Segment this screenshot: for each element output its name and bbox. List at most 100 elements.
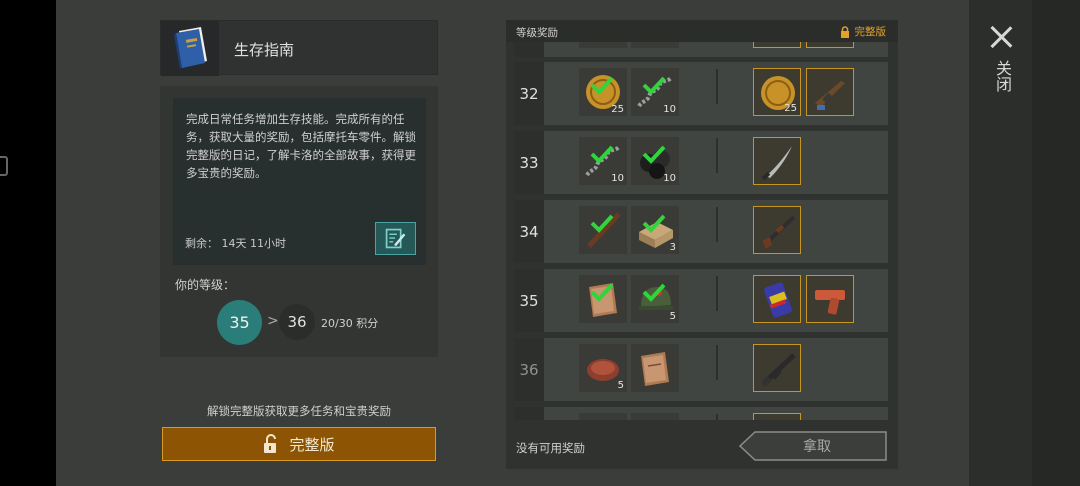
reward-slot[interactable]: 10: [579, 137, 627, 185]
guide-info-panel: 完成日常任务增加生存技能。完成所有的任务，获取大量的奖励，包括摩托车零件。解锁完…: [160, 86, 438, 357]
note-edit-icon: [385, 228, 406, 249]
lock-icon: [840, 25, 849, 38]
row-divider: [716, 276, 718, 311]
diary-button[interactable]: [375, 222, 416, 255]
edge-handle: [0, 156, 8, 176]
close-button[interactable]: 关闭: [986, 22, 1016, 102]
rifle-icon: [815, 81, 845, 110]
reward-row[interactable]: 32 25 10 25: [514, 62, 888, 125]
rewards-list[interactable]: 32 25 10 25 33 10 10 34 3 35 5 36 5: [506, 42, 898, 420]
row-level: [514, 407, 544, 420]
claim-button[interactable]: 拿取: [739, 431, 887, 461]
claimed-check-icon: [642, 283, 666, 302]
reward-row[interactable]: 34 3: [514, 200, 888, 263]
claimed-check-icon: [590, 145, 614, 164]
row-level: [514, 42, 544, 57]
full-version-button[interactable]: 完整版: [162, 427, 436, 461]
left-bezel: [0, 0, 56, 486]
shotgun-icon: [762, 215, 796, 249]
row-divider: [716, 345, 718, 380]
full-version-tag-label: 完整版: [854, 26, 887, 38]
reward-row[interactable]: 35 5: [514, 269, 888, 332]
unlock-hint: 解锁完整版获取更多任务和宝贵奖励: [207, 404, 391, 418]
level-arrow-icon: >: [267, 313, 279, 329]
premium-reward-slot[interactable]: [753, 137, 801, 185]
reward-quantity: 25: [784, 103, 797, 114]
close-icon: [989, 25, 1013, 49]
description-box: 完成日常任务增加生存技能。完成所有的任务，获取大量的奖励，包括摩托车零件。解锁完…: [173, 98, 426, 265]
premium-reward-slot: [806, 42, 854, 48]
reward-slot[interactable]: 3: [631, 206, 679, 254]
claim-label: 拿取: [803, 439, 831, 455]
premium-reward-slot: [753, 413, 801, 420]
premium-reward-slot[interactable]: [806, 68, 854, 116]
rewards-header: 等级奖励 完整版: [506, 20, 898, 42]
reward-slot[interactable]: 5: [579, 344, 627, 392]
row-divider: [716, 207, 718, 242]
reward-quantity: 10: [663, 104, 676, 115]
sword-icon: [761, 146, 792, 181]
premium-reward-slot[interactable]: [806, 275, 854, 323]
claimed-check-icon: [590, 76, 614, 95]
reward-quantity: 5: [669, 311, 676, 322]
premium-reward-slot[interactable]: [753, 206, 801, 254]
row-level: 34: [514, 200, 544, 263]
row-divider: [716, 69, 718, 104]
reward-quantity: 10: [663, 173, 676, 184]
reward-slot[interactable]: [631, 344, 679, 392]
guide-title-card: 生存指南: [160, 20, 438, 76]
reward-row-partial: [514, 407, 888, 420]
rewards-footer: 没有可用奖励 拿取: [506, 420, 898, 469]
right-bezel: [1032, 0, 1080, 486]
flaregun-icon: [815, 290, 845, 315]
reward-quantity: 10: [611, 173, 624, 184]
reward-slot[interactable]: [579, 275, 627, 323]
reward-row[interactable]: 36 5: [514, 338, 888, 401]
guide-book-icon: [174, 27, 207, 69]
full-version-tag: 完整版: [840, 24, 887, 39]
reward-slot[interactable]: 5: [631, 275, 679, 323]
assault-rifle-icon: [761, 353, 796, 387]
claimed-check-icon: [642, 76, 666, 95]
full-version-label: 完整版: [289, 435, 335, 454]
row-level: 33: [514, 131, 544, 194]
claimed-check-icon: [642, 214, 666, 233]
no-reward-text: 没有可用奖励: [516, 441, 585, 455]
close-label: 关闭: [993, 60, 1012, 92]
reward-quantity: 5: [617, 380, 624, 391]
reward-slot: [579, 413, 627, 420]
reward-quantity: 3: [669, 242, 676, 253]
can-icon: [763, 282, 793, 318]
reward-row[interactable]: 33 10 10: [514, 131, 888, 194]
premium-reward-slot[interactable]: [753, 275, 801, 323]
premium-reward-slot[interactable]: [753, 344, 801, 392]
reward-slot: [631, 413, 679, 420]
reward-row-partial: [514, 42, 888, 57]
reward-slot: [579, 42, 627, 48]
current-level-badge: 35: [217, 300, 262, 345]
unlock-icon: [264, 434, 277, 453]
row-level: 32: [514, 62, 544, 125]
reward-quantity: 25: [611, 104, 624, 115]
row-divider: [716, 138, 718, 173]
claimed-check-icon: [590, 283, 614, 302]
rewards-title: 等级奖励: [516, 27, 558, 39]
guide-book-frame: [161, 21, 219, 76]
next-level-badge: 36: [279, 304, 315, 340]
reward-slot[interactable]: 10: [631, 137, 679, 185]
reward-slot[interactable]: [579, 206, 627, 254]
description-text: 完成日常任务增加生存技能。完成所有的任务，获取大量的奖励，包括摩托车零件。解锁完…: [186, 112, 416, 180]
level-rewards-panel: 等级奖励 完整版 32 25 10 25 33 10 10 34 3 35 5 …: [506, 20, 898, 469]
book-icon: [641, 352, 669, 386]
premium-reward-slot[interactable]: 25: [753, 68, 801, 116]
guide-title: 生存指南: [234, 41, 295, 59]
row-level: 35: [514, 269, 544, 332]
claimed-check-icon: [590, 214, 614, 233]
reward-slot: [631, 42, 679, 48]
level-points: 20/30 积分: [321, 317, 379, 330]
premium-reward-slot: [753, 42, 801, 48]
time-remaining: 剩余： 14天 11小时: [185, 237, 286, 250]
level-label: 你的等级：: [175, 278, 236, 292]
reward-slot[interactable]: 10: [631, 68, 679, 116]
reward-slot[interactable]: 25: [579, 68, 627, 116]
